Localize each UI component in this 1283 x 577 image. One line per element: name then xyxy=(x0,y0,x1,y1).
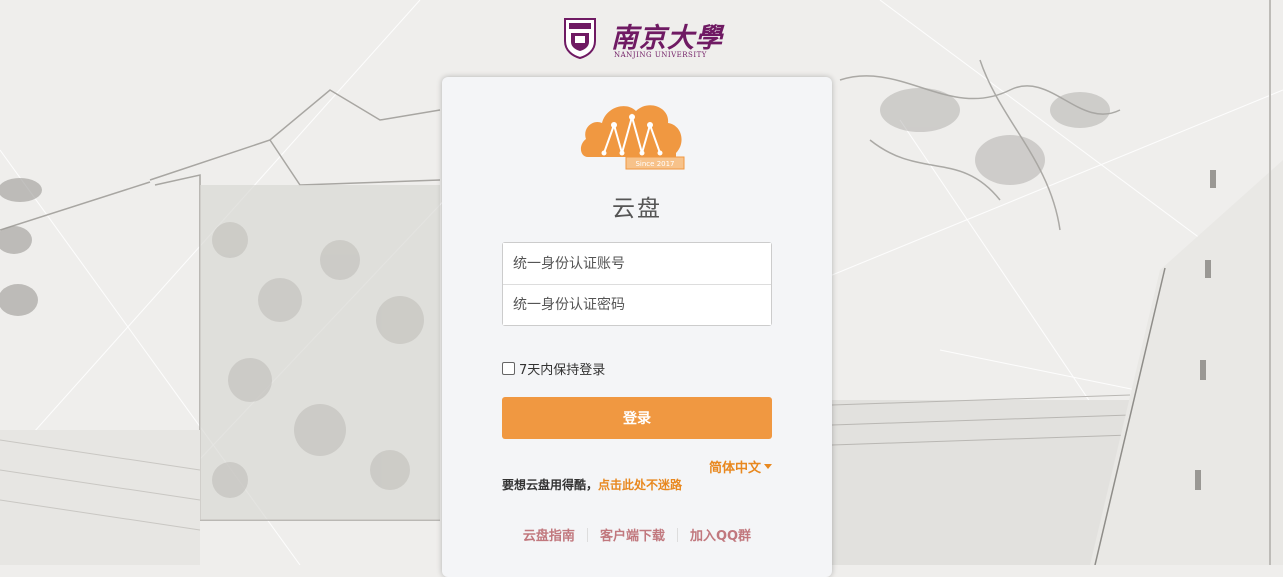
help-prefix: 要想云盘用得酷， xyxy=(502,478,599,492)
help-text: 要想云盘用得酷，点击此处不迷路 xyxy=(502,476,682,493)
caret-down-icon xyxy=(764,464,772,469)
footer-link-client-download[interactable]: 客户端下载 xyxy=(600,525,665,544)
help-link[interactable]: 点击此处不迷路 xyxy=(598,478,682,492)
remember-me-label: 7天内保持登录 xyxy=(519,363,606,378)
nju-emblem-icon xyxy=(564,18,596,59)
footer-link-qq-group[interactable]: 加入QQ群 xyxy=(690,525,751,544)
footer-link-guide[interactable]: 云盘指南 xyxy=(523,525,575,544)
university-name-en: NANJING UNIVERSITY xyxy=(614,51,707,59)
divider xyxy=(586,527,588,542)
remember-me[interactable]: 7天内保持登录 xyxy=(502,359,605,378)
credential-fields xyxy=(502,242,772,326)
account-input[interactable] xyxy=(503,243,771,284)
login-button[interactable]: 登录 xyxy=(502,397,772,439)
page-title: 云盘 xyxy=(612,196,662,222)
language-label: 简体中文 xyxy=(708,461,761,476)
cloud-drive-logo-icon: Since 2017 xyxy=(580,105,685,170)
logo-since-badge: Since 2017 xyxy=(635,160,674,168)
password-input[interactable] xyxy=(503,284,771,325)
login-card: Since 2017 云盘 7天内保持登录 登录 简体中文 要想云盘用得酷，点击… xyxy=(442,77,832,577)
nanjing-university-logo: 南京大學 NANJING UNIVERSITY xyxy=(563,14,722,62)
remember-me-checkbox[interactable] xyxy=(502,362,515,375)
language-selector[interactable]: 简体中文 xyxy=(709,457,772,476)
divider xyxy=(676,527,678,542)
university-name-cn: 南京大學 xyxy=(611,23,723,54)
footer-links: 云盘指南 客户端下载 加入QQ群 xyxy=(442,525,832,544)
